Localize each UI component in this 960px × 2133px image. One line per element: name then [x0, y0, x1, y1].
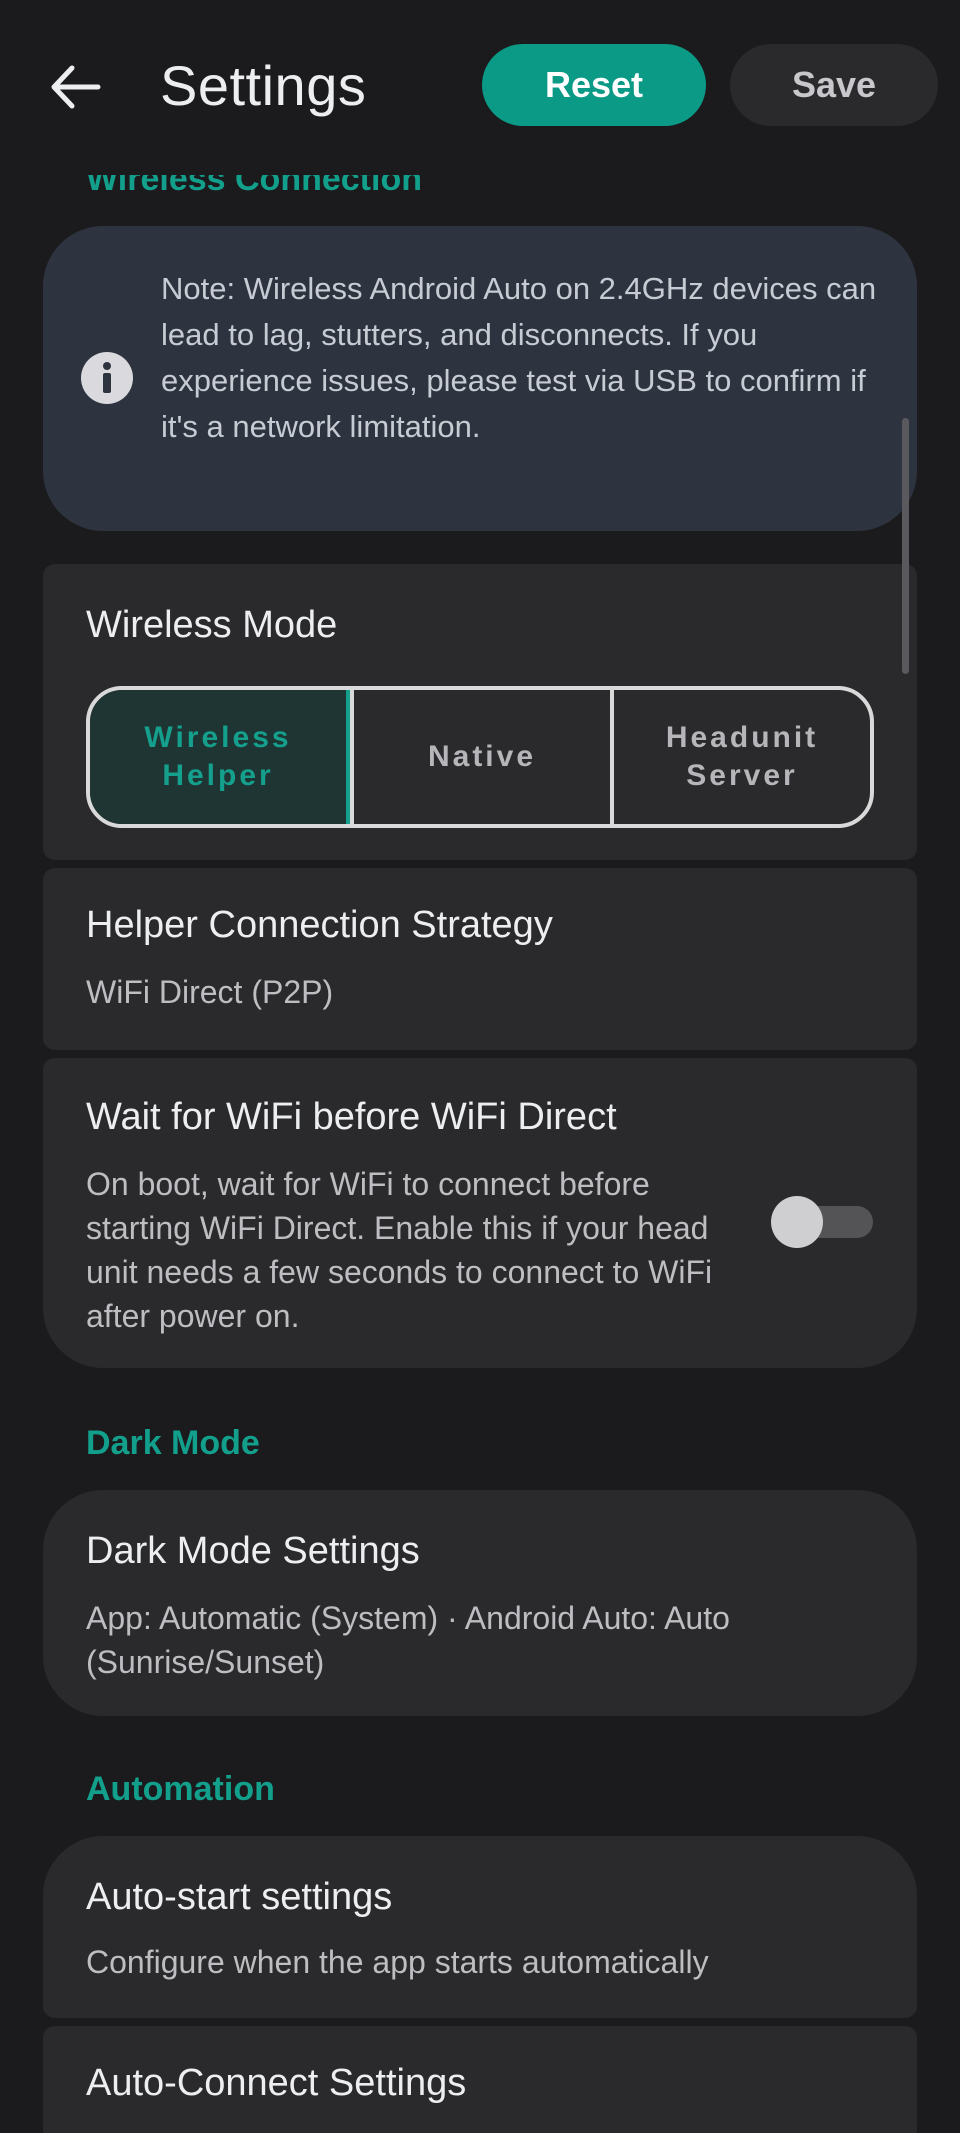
wait-for-wifi-item[interactable]: Wait for WiFi before WiFi Direct On boot… — [43, 1058, 917, 1368]
segment-native[interactable]: Native — [350, 690, 610, 824]
wait-for-wifi-title: Wait for WiFi before WiFi Direct — [86, 1096, 617, 1138]
helper-connection-strategy-item[interactable]: Helper Connection Strategy WiFi Direct (… — [43, 868, 917, 1050]
info-icon — [81, 352, 133, 404]
helper-strategy-title: Helper Connection Strategy — [86, 904, 553, 946]
scrollbar-thumb[interactable] — [902, 418, 909, 674]
page-title: Settings — [160, 54, 367, 117]
auto-start-value: Configure when the app starts automatica… — [86, 1944, 709, 1980]
reset-button[interactable]: Reset — [482, 44, 706, 126]
wireless-mode-title: Wireless Mode — [86, 604, 338, 646]
dark-mode-settings-item[interactable]: Dark Mode Settings App: Automatic (Syste… — [43, 1490, 917, 1716]
auto-start-settings-item[interactable]: Auto-start settings Configure when the a… — [43, 1836, 917, 2018]
dark-mode-settings-title: Dark Mode Settings — [86, 1530, 420, 1572]
section-header-dark-mode: Dark Mode — [86, 1424, 260, 1462]
wireless-mode-card: Wireless Mode Wireless Helper Native Hea… — [43, 564, 917, 860]
wireless-note-card: Note: Wireless Android Auto on 2.4GHz de… — [43, 226, 917, 531]
segment-headunit-server[interactable]: Headunit Server — [610, 690, 870, 824]
top-app-bar: Settings Reset Save — [0, 0, 960, 175]
auto-connect-title: Auto-Connect Settings — [86, 2062, 467, 2104]
section-header-automation: Automation — [86, 1770, 275, 1808]
wait-for-wifi-toggle[interactable] — [761, 1190, 891, 1250]
arrow-left-icon[interactable] — [48, 62, 102, 112]
segment-wireless-helper[interactable]: Wireless Helper — [90, 690, 350, 824]
auto-start-title: Auto-start settings — [86, 1876, 393, 1918]
helper-strategy-value: WiFi Direct (P2P) — [86, 974, 334, 1010]
segment-label: Wireless Helper — [144, 721, 292, 792]
toggle-thumb — [771, 1196, 823, 1248]
save-button[interactable]: Save — [730, 44, 938, 126]
auto-connect-settings-item[interactable]: Auto-Connect Settings — [43, 2026, 917, 2133]
settings-scroll-content[interactable]: Wireless Connection Note: Wireless Andro… — [0, 0, 960, 2133]
wait-for-wifi-description: On boot, wait for WiFi to connect before… — [86, 1166, 713, 1334]
dark-mode-settings-value: App: Automatic (System) · Android Auto: … — [86, 1600, 730, 1680]
wireless-note-text: Note: Wireless Android Auto on 2.4GHz de… — [161, 271, 877, 444]
wireless-mode-segmented-control: Wireless Helper Native Headunit Server — [86, 686, 874, 828]
segment-label: Native — [427, 740, 537, 773]
segment-label: Headunit Server — [665, 721, 819, 792]
